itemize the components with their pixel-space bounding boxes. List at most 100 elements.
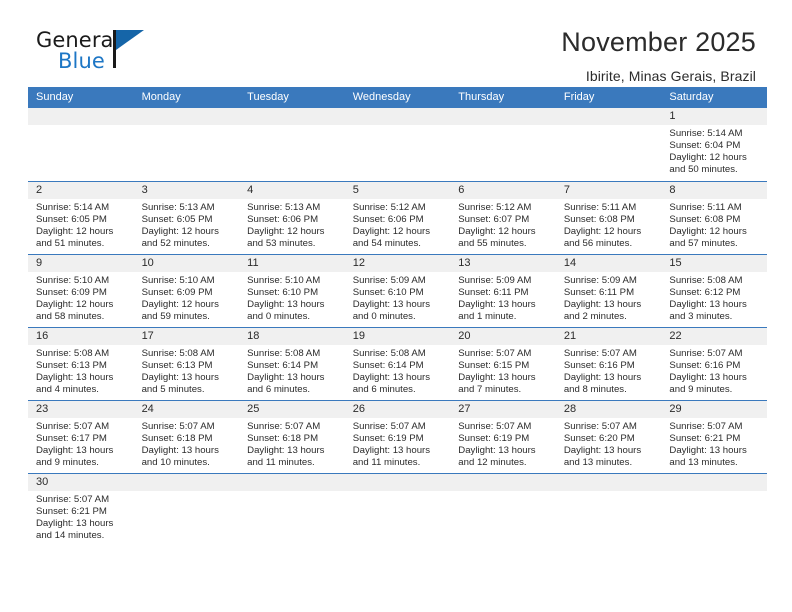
day-details: Sunrise: 5:07 AM Sunset: 6:20 PM Daylight:… [556, 418, 662, 469]
day-number: 23 [28, 401, 134, 418]
daylight-text: and 6 minutes. [352, 383, 416, 395]
sunrise-text: Sunrise: 5:08 AM [669, 275, 743, 286]
day-number: 15 [661, 255, 767, 272]
daylight-text: and 55 minutes. [458, 237, 527, 249]
day-cell[interactable]: 16 Sunrise: 5:08 AM Sunset: 6:13 PM Dayligh… [28, 328, 134, 400]
daylight-text: Daylight: 13 hours [352, 371, 431, 383]
day-cell[interactable]: 25 Sunrise: 5:07 AM Sunset: 6:18 PM Dayligh… [239, 401, 345, 473]
day-number [133, 474, 240, 491]
sunrise-text: Sunrise: 5:12 AM [352, 202, 426, 213]
logo-text-blue: Blue [58, 49, 105, 73]
week-row: 1 Sunrise: 5:14 AM Sunset: 6:04 PM Daylight… [28, 108, 767, 181]
day-cell[interactable]: 8 Sunrise: 5:11 AM Sunset: 6:08 PM Daylight… [661, 182, 767, 254]
day-details: Sunrise: 5:07 AM Sunset: 6:17 PM Daylight:… [28, 418, 134, 469]
sunrise-text: Sunrise: 5:07 AM [563, 421, 637, 432]
sunrise-text: Sunrise: 5:11 AM [669, 202, 742, 213]
day-cell[interactable]: 19 Sunrise: 5:08 AM Sunset: 6:14 PM Dayligh… [344, 328, 451, 400]
day-cell[interactable]: 30 Sunrise: 5:07 AM Sunset: 6:21 PM Dayligh… [28, 474, 134, 546]
day-cell[interactable]: 21 Sunrise: 5:07 AM Sunset: 6:16 PM Dayligh… [555, 328, 662, 400]
day-number [555, 108, 662, 125]
daylight-text: and 51 minutes. [36, 237, 105, 249]
sunrise-text: Sunrise: 5:08 AM [141, 348, 215, 359]
day-number: 30 [28, 474, 134, 491]
day-details: Sunrise: 5:09 AM Sunset: 6:11 PM Daylight:… [556, 272, 662, 323]
day-number [239, 474, 345, 491]
day-details: Sunrise: 5:07 AM Sunset: 6:18 PM Daylight:… [239, 418, 345, 469]
day-number [239, 108, 345, 125]
general-blue-logo[interactable]: General Blue [28, 26, 178, 78]
day-cell[interactable]: 29 Sunrise: 5:07 AM Sunset: 6:21 PM Dayligh… [661, 401, 767, 473]
day-details: Sunrise: 5:12 AM Sunset: 6:07 PM Daylight:… [450, 199, 556, 250]
day-number: 22 [661, 328, 767, 345]
day-cell[interactable]: 22 Sunrise: 5:07 AM Sunset: 6:16 PM Dayligh… [661, 328, 767, 400]
day-cell-empty [450, 108, 556, 181]
day-cell[interactable]: 2 Sunrise: 5:14 AM Sunset: 6:05 PM Daylight… [28, 182, 134, 254]
day-details: Sunrise: 5:10 AM Sunset: 6:09 PM Daylight:… [134, 272, 240, 323]
sunset-text: Sunset: 6:19 PM [458, 432, 530, 444]
day-cell[interactable]: 3 Sunrise: 5:13 AM Sunset: 6:05 PM Daylight… [133, 182, 240, 254]
day-cell[interactable]: 4 Sunrise: 5:13 AM Sunset: 6:06 PM Daylight… [239, 182, 345, 254]
day-cell-empty [555, 108, 662, 181]
sunrise-text: Sunrise: 5:07 AM [563, 348, 637, 359]
daylight-text: Daylight: 13 hours [352, 298, 431, 310]
day-number: 11 [239, 255, 345, 272]
daylight-text: Daylight: 12 hours [352, 225, 431, 237]
day-cell[interactable]: 9 Sunrise: 5:10 AM Sunset: 6:09 PM Daylight… [28, 255, 134, 327]
day-details: Sunrise: 5:07 AM Sunset: 6:19 PM Daylight:… [450, 418, 556, 469]
daylight-text: Daylight: 12 hours [36, 225, 114, 237]
day-cell[interactable]: 20 Sunrise: 5:07 AM Sunset: 6:15 PM Dayligh… [450, 328, 556, 400]
sunset-text: Sunset: 6:10 PM [247, 286, 319, 298]
sunset-text: Sunset: 6:12 PM [669, 286, 741, 298]
day-details: Sunrise: 5:13 AM Sunset: 6:06 PM Daylight:… [239, 199, 345, 250]
day-cell[interactable]: 1 Sunrise: 5:14 AM Sunset: 6:04 PM Daylight… [661, 108, 767, 181]
day-cell[interactable]: 7 Sunrise: 5:11 AM Sunset: 6:08 PM Daylight… [555, 182, 662, 254]
day-cell[interactable]: 17 Sunrise: 5:08 AM Sunset: 6:13 PM Dayligh… [133, 328, 240, 400]
day-cell[interactable]: 5 Sunrise: 5:12 AM Sunset: 6:06 PM Daylight… [344, 182, 451, 254]
day-cell-empty [133, 108, 240, 181]
weekday-header-thursday: Thursday [458, 91, 505, 103]
sunset-text: Sunset: 6:04 PM [669, 139, 741, 151]
daylight-text: and 8 minutes. [563, 383, 627, 395]
sunrise-text: Sunrise: 5:13 AM [247, 202, 321, 213]
day-cell[interactable]: 12 Sunrise: 5:09 AM Sunset: 6:10 PM Dayligh… [344, 255, 451, 327]
day-number: 28 [555, 401, 662, 418]
weekday-header-saturday: Saturday [669, 91, 714, 103]
weekday-header-row: Sunday Monday Tuesday Wednesday Thursday Frid… [28, 87, 767, 108]
day-cell[interactable]: 28 Sunrise: 5:07 AM Sunset: 6:20 PM Dayligh… [555, 401, 662, 473]
daylight-text: Daylight: 12 hours [458, 225, 536, 237]
day-cell[interactable]: 18 Sunrise: 5:08 AM Sunset: 6:14 PM Dayligh… [239, 328, 345, 400]
day-cell[interactable]: 15 Sunrise: 5:08 AM Sunset: 6:12 PM Dayligh… [661, 255, 767, 327]
day-cell-empty [239, 474, 345, 546]
page-header: General Blue November 2025 Ibirite, Mina… [0, 0, 792, 84]
daylight-text: Daylight: 13 hours [247, 444, 325, 456]
day-details: Sunrise: 5:08 AM Sunset: 6:13 PM Daylight:… [134, 345, 240, 396]
daylight-text: and 53 minutes. [247, 237, 316, 249]
day-cell[interactable]: 13 Sunrise: 5:09 AM Sunset: 6:11 PM Dayligh… [450, 255, 556, 327]
day-details: Sunrise: 5:09 AM Sunset: 6:11 PM Daylight:… [450, 272, 556, 323]
week-row: 23 Sunrise: 5:07 AM Sunset: 6:17 PM Dayligh… [28, 400, 767, 473]
day-cell[interactable]: 27 Sunrise: 5:07 AM Sunset: 6:19 PM Dayligh… [450, 401, 556, 473]
day-cell[interactable]: 6 Sunrise: 5:12 AM Sunset: 6:07 PM Daylight… [450, 182, 556, 254]
sunset-text: Sunset: 6:16 PM [669, 359, 741, 371]
daylight-text: Daylight: 13 hours [458, 444, 536, 456]
sunset-text: Sunset: 6:05 PM [141, 213, 213, 225]
day-number [344, 108, 451, 125]
day-cell[interactable]: 26 Sunrise: 5:07 AM Sunset: 6:19 PM Dayligh… [344, 401, 451, 473]
day-number: 7 [555, 182, 662, 199]
day-number: 21 [555, 328, 662, 345]
sunrise-text: Sunrise: 5:12 AM [458, 202, 532, 213]
sunrise-text: Sunrise: 5:10 AM [141, 275, 215, 286]
day-cell[interactable]: 23 Sunrise: 5:07 AM Sunset: 6:17 PM Dayligh… [28, 401, 134, 473]
day-cell[interactable]: 24 Sunrise: 5:07 AM Sunset: 6:18 PM Dayligh… [133, 401, 240, 473]
day-cell[interactable]: 14 Sunrise: 5:09 AM Sunset: 6:11 PM Dayligh… [555, 255, 662, 327]
sunrise-text: Sunrise: 5:13 AM [141, 202, 215, 213]
sunrise-text: Sunrise: 5:07 AM [669, 421, 743, 432]
day-cell[interactable]: 10 Sunrise: 5:10 AM Sunset: 6:09 PM Dayligh… [133, 255, 240, 327]
weekday-header-monday: Monday [141, 91, 181, 103]
logo-flag-icon [116, 30, 144, 50]
day-cell[interactable]: 11 Sunrise: 5:10 AM Sunset: 6:10 PM Dayligh… [239, 255, 345, 327]
sunset-text: Sunset: 6:21 PM [36, 505, 107, 517]
title-block: November 2025 Ibirite, Minas Gerais, Bra… [561, 26, 756, 86]
week-row: 2 Sunrise: 5:14 AM Sunset: 6:05 PM Daylight… [28, 181, 767, 254]
day-number: 18 [239, 328, 345, 345]
